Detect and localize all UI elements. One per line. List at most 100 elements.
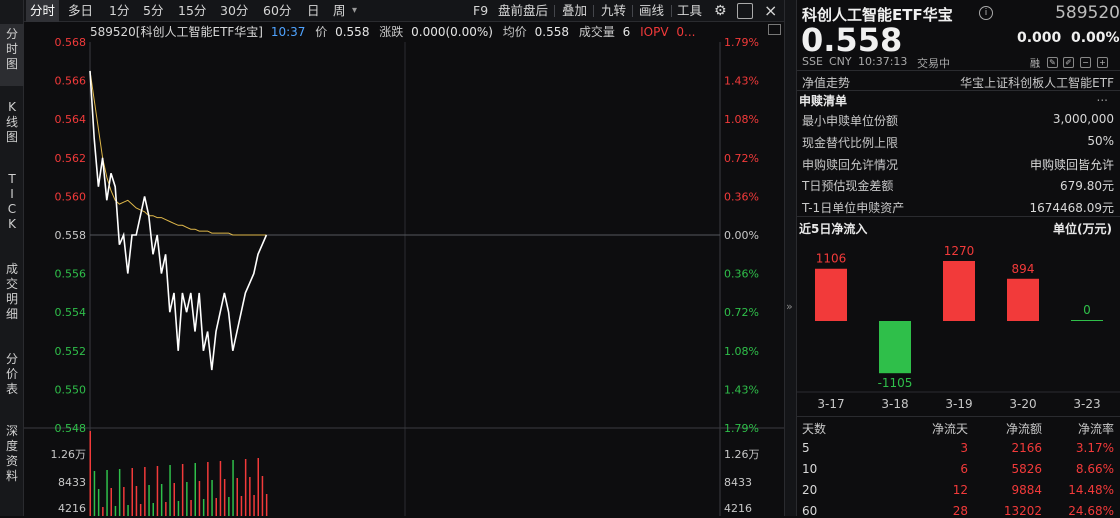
pct-tick-label: 1.79%	[724, 36, 759, 49]
tab-depth-info[interactable]: 深 度 资 料	[0, 424, 24, 500]
volume-bar	[257, 458, 259, 516]
edit-icon[interactable]: ✎	[1047, 57, 1058, 68]
period-15min[interactable]: 15分	[178, 0, 206, 22]
expand-chevron-icon[interactable]: »	[786, 300, 793, 313]
chart-code-name: 589520[科创人工智能ETF华宝]	[90, 25, 263, 39]
tab-kline[interactable]: K 线 图	[0, 100, 24, 156]
flow-row-rate: 3.17%	[1075, 441, 1114, 455]
volume-bar	[135, 486, 138, 516]
left-tab-bar: 分 时 图 K 线 图 T I C K 成 交 明 细 分 价 表 深 度 资 …	[0, 0, 24, 516]
volume-bar	[228, 497, 230, 516]
price-tick-label: 0.554	[55, 306, 87, 319]
period-5min[interactable]: 5分	[143, 0, 163, 22]
tab-intraday[interactable]: 分 时 图	[0, 24, 24, 86]
netflow-bar	[943, 261, 975, 321]
draw-line-button[interactable]: 画线	[639, 0, 664, 22]
chart-time: 10:37	[270, 25, 306, 39]
price-tick-label: 0.550	[55, 383, 87, 396]
chart-iopv-label: IOPV	[640, 25, 669, 39]
nav-index-name[interactable]: 华宝上证科创板人工智能ETF	[960, 74, 1114, 91]
period-day[interactable]: 日	[307, 0, 320, 22]
chart-vol-value: 6	[622, 25, 631, 39]
quote-panel: » 科创人工智能ETF华宝 i 589520 0.558 0.000 0.00%…	[784, 0, 1120, 518]
volume-bar	[152, 503, 154, 516]
minus-icon[interactable]: −	[1080, 57, 1091, 68]
period-multiday[interactable]: 多日	[68, 0, 93, 22]
chart-iopv-value: 0...	[676, 25, 696, 39]
price-tick-label: 0.564	[55, 113, 87, 126]
volume-bar	[110, 488, 112, 516]
nav-trend-link[interactable]: 净值走势	[802, 74, 850, 91]
sub-row-value: 679.80元	[1060, 179, 1114, 193]
volume-bar	[156, 466, 159, 516]
volume-bar	[223, 479, 226, 516]
quote-time: 10:37:13	[858, 55, 908, 68]
sub-row-value: 1674468.09元	[1029, 201, 1114, 215]
period-60min[interactable]: 60分	[263, 0, 291, 22]
volume-bar	[207, 462, 209, 516]
price-change-pct: 0.00%	[1071, 30, 1120, 46]
panel-expander[interactable]: »	[785, 0, 797, 516]
flow-row-amount: 5826	[1011, 462, 1042, 476]
volume-bar	[131, 468, 133, 516]
volume-bar	[202, 499, 205, 516]
volume-tick-label-right: 8433	[724, 476, 752, 489]
tab-price-table[interactable]: 分 价 表	[0, 352, 24, 408]
chart-price-label: 价	[315, 25, 328, 39]
info-icon[interactable]: i	[979, 6, 993, 20]
price-line	[89, 70, 268, 371]
pct-tick-label: 0.36%	[724, 268, 759, 281]
volume-tick-label: 1.26万	[51, 448, 87, 461]
sub-row-value: 申购赎回皆允许	[1029, 158, 1114, 172]
subscription-more-button[interactable]: ...	[1097, 90, 1108, 104]
volume-bar	[127, 505, 129, 516]
period-more-dropdown[interactable]: ▾	[352, 0, 357, 22]
volume-bar	[106, 470, 108, 516]
period-week[interactable]: 周	[333, 0, 346, 22]
tools-button[interactable]: 工具	[677, 0, 702, 22]
chart-avg-value: 0.558	[534, 25, 569, 39]
price-tick-label: 0.548	[55, 422, 87, 435]
period-intraday[interactable]: 分时	[26, 0, 60, 22]
period-30min[interactable]: 30分	[220, 0, 248, 22]
volume-bar	[240, 496, 243, 516]
gear-icon[interactable]: ⚙	[714, 0, 727, 22]
volume-bar	[139, 504, 142, 516]
flow-row-flowdays: 3	[960, 441, 968, 455]
volume-bar	[118, 469, 121, 516]
window-icon[interactable]	[737, 3, 753, 19]
security-code: 589520	[1055, 3, 1120, 23]
volume-bar	[244, 459, 247, 516]
volume-bar	[181, 464, 184, 516]
chart-avg-label: 均价	[502, 25, 527, 39]
flow-row-rate: 8.66%	[1075, 462, 1114, 476]
netflow-value-label: 0	[1083, 303, 1091, 317]
flow-row-flowdays: 6	[960, 462, 968, 476]
chart-corner-icon[interactable]	[768, 24, 781, 35]
netflow-date-label: 3-23	[1073, 397, 1100, 411]
plus-icon[interactable]: +	[1097, 57, 1108, 68]
intraday-chart[interactable]: 0.568 1.79% 0.566 1.43% 0.564 1.08% 0.562 0.72%…	[24, 22, 784, 516]
volume-bar	[194, 463, 196, 516]
netflow-bar	[879, 321, 911, 374]
volume-bar	[253, 495, 255, 516]
netflow-bar	[1071, 320, 1103, 321]
volume-bar	[215, 498, 217, 516]
price-tick-label: 0.560	[55, 190, 87, 203]
premarket-button[interactable]: 盘前盘后	[498, 0, 548, 22]
flow-row-rate: 14.48%	[1068, 483, 1114, 497]
pct-tick-label: 0.72%	[724, 152, 759, 165]
pencil-icon[interactable]: ✐	[1063, 57, 1074, 68]
flow-header-rate: 净流率	[1077, 422, 1114, 436]
f9-button[interactable]: F9	[473, 0, 488, 22]
price-tick-label: 0.562	[55, 152, 87, 165]
volume-tick-label-right: 1.26万	[724, 448, 760, 461]
pct-tick-label: 1.79%	[724, 422, 759, 435]
tab-trade-detail[interactable]: 成 交 明 细	[0, 262, 24, 338]
overlay-button[interactable]: 叠加	[562, 0, 587, 22]
close-icon[interactable]: ×	[764, 0, 777, 22]
nine-turn-button[interactable]: 九转	[601, 0, 626, 22]
period-1min[interactable]: 1分	[109, 0, 129, 22]
sub-row-value: 3,000,000	[1052, 112, 1114, 126]
tab-tick[interactable]: T I C K	[0, 172, 24, 244]
